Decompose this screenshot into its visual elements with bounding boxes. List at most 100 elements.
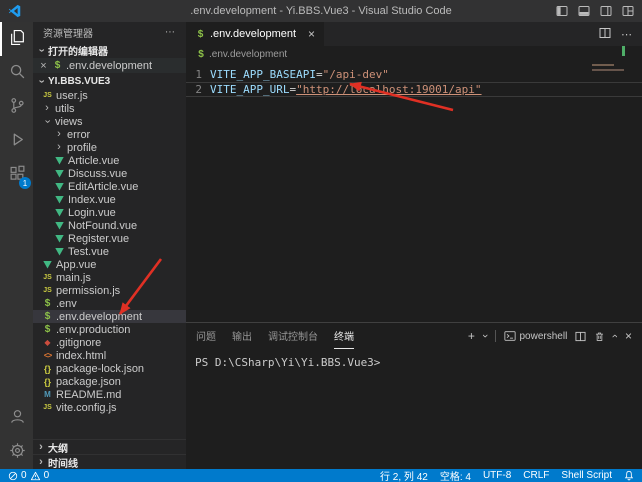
window-title: .env.development - Yi.BBS.Vue3 - Visual … bbox=[190, 5, 452, 17]
file-name: Discuss.vue bbox=[68, 168, 127, 180]
problems-status[interactable]: 0 0 bbox=[8, 470, 49, 481]
timeline-label: 时间线 bbox=[48, 455, 78, 470]
warning-icon bbox=[30, 471, 41, 481]
tab-env-development[interactable]: $ .env.development × bbox=[186, 22, 324, 46]
panel-tabs: 问题输出调试控制台终端 bbox=[196, 323, 354, 349]
chevron-down-icon[interactable]: › bbox=[479, 334, 491, 338]
tree-item-Index.vue[interactable]: Index.vue bbox=[33, 193, 186, 206]
search-icon bbox=[9, 63, 26, 83]
tree-item-Discuss.vue[interactable]: Discuss.vue bbox=[33, 167, 186, 180]
chevron-right-icon: › bbox=[35, 442, 47, 453]
git-file-icon: ◆ bbox=[41, 338, 54, 347]
tree-item-package-lock.json[interactable]: {}package-lock.json bbox=[33, 362, 186, 375]
file-name: EditArticle.vue bbox=[68, 181, 138, 193]
tree-item-EditArticle.vue[interactable]: EditArticle.vue bbox=[33, 180, 186, 193]
activity-extensions[interactable]: 1 bbox=[0, 158, 33, 192]
panel-tab-调试控制台[interactable]: 调试控制台 bbox=[268, 323, 318, 349]
chevron-right-icon: › bbox=[53, 142, 65, 153]
activity-explorer[interactable] bbox=[0, 22, 33, 56]
activity-search[interactable] bbox=[0, 56, 33, 90]
panel-actions: + › powershell › × bbox=[468, 330, 632, 342]
timeline-section[interactable]: › 时间线 bbox=[33, 454, 186, 469]
panel-tab-问题[interactable]: 问题 bbox=[196, 323, 216, 349]
toggle-panel-icon[interactable] bbox=[578, 5, 590, 17]
maximize-panel-icon[interactable]: › bbox=[609, 334, 621, 338]
close-panel-icon[interactable]: × bbox=[625, 330, 632, 342]
tree-item-profile[interactable]: ›profile bbox=[33, 141, 186, 154]
account-icon bbox=[9, 408, 26, 428]
tree-item-main.js[interactable]: JSmain.js bbox=[33, 271, 186, 284]
tree-item-README.md[interactable]: MREADME.md bbox=[33, 388, 186, 401]
tree-item-.gitignore[interactable]: ◆.gitignore bbox=[33, 336, 186, 349]
tree-item-Register.vue[interactable]: Register.vue bbox=[33, 232, 186, 245]
new-terminal-icon[interactable]: + bbox=[468, 330, 475, 342]
indentation-status[interactable]: 空格: 4 bbox=[440, 468, 471, 482]
open-editor-item[interactable]: × $ .env.development bbox=[33, 58, 186, 73]
customize-layout-icon[interactable] bbox=[622, 5, 634, 17]
trash-icon[interactable] bbox=[594, 331, 605, 342]
chevron-down-icon: › bbox=[36, 75, 47, 87]
more-actions-icon[interactable]: ⋯ bbox=[621, 28, 632, 41]
tree-item-.env.development[interactable]: $.env.development bbox=[33, 310, 186, 323]
chevron-down-icon: › bbox=[36, 44, 47, 56]
project-section[interactable]: › YI.BBS.VUE3 bbox=[33, 73, 186, 89]
tree-item-utils[interactable]: ›utils bbox=[33, 102, 186, 115]
code-line-2[interactable]: 2VITE_APP_URL="http://localhost:19001/ap… bbox=[186, 82, 642, 97]
outline-section[interactable]: › 大纲 bbox=[33, 439, 186, 454]
tree-item-.env.production[interactable]: $.env.production bbox=[33, 323, 186, 336]
tree-item-vite.config.js[interactable]: JSvite.config.js bbox=[33, 401, 186, 414]
shell-name: powershell bbox=[520, 331, 568, 342]
tree-item-.env[interactable]: $.env bbox=[33, 297, 186, 310]
tree-item-Login.vue[interactable]: Login.vue bbox=[33, 206, 186, 219]
split-editor-icon[interactable] bbox=[599, 27, 611, 42]
activity-run-debug[interactable] bbox=[0, 124, 33, 158]
notifications-bell-icon[interactable] bbox=[624, 470, 634, 481]
tree-item-error[interactable]: ›error bbox=[33, 128, 186, 141]
tree-item-Article.vue[interactable]: Article.vue bbox=[33, 154, 186, 167]
vue-icon bbox=[53, 183, 66, 191]
file-name: main.js bbox=[56, 272, 91, 284]
activity-settings[interactable] bbox=[0, 435, 33, 469]
close-icon[interactable]: × bbox=[308, 27, 315, 41]
tree-item-permission.js[interactable]: JSpermission.js bbox=[33, 284, 186, 297]
breadcrumb[interactable]: $ .env.development bbox=[186, 46, 642, 62]
vscode-logo-icon bbox=[8, 4, 22, 18]
tree-item-Test.vue[interactable]: Test.vue bbox=[33, 245, 186, 258]
vue-icon bbox=[53, 196, 66, 204]
more-actions-icon[interactable]: ⋯ bbox=[165, 27, 176, 38]
activity-accounts[interactable] bbox=[0, 401, 33, 435]
titlebar-actions bbox=[556, 5, 634, 17]
close-icon[interactable]: × bbox=[38, 60, 49, 72]
activity-source-control[interactable] bbox=[0, 90, 33, 124]
tree-item-NotFound.vue[interactable]: NotFound.vue bbox=[33, 219, 186, 232]
panel-tab-终端[interactable]: 终端 bbox=[334, 323, 354, 349]
code-line-1[interactable]: 1VITE_APP_BASEAPI="/api-dev" bbox=[186, 67, 642, 82]
toggle-sidebar-icon[interactable] bbox=[556, 5, 568, 17]
minimap[interactable] bbox=[592, 64, 626, 74]
tree-item-package.json[interactable]: {}package.json bbox=[33, 375, 186, 388]
env-file-icon: $ bbox=[41, 324, 54, 335]
terminal[interactable]: PS D:\CSharp\Yi\Yi.BBS.Vue3> bbox=[186, 349, 642, 469]
open-editors-section[interactable]: › 打开的编辑器 bbox=[33, 42, 186, 58]
tree-item-App.vue[interactable]: App.vue bbox=[33, 258, 186, 271]
file-name: error bbox=[67, 129, 90, 141]
tree-item-user.js[interactable]: JSuser.js bbox=[33, 89, 186, 102]
tree-item-index.html[interactable]: <>index.html bbox=[33, 349, 186, 362]
project-label: YI.BBS.VUE3 bbox=[48, 76, 110, 87]
env-file-icon: $ bbox=[41, 311, 54, 322]
split-terminal-icon[interactable] bbox=[575, 331, 586, 342]
language-mode[interactable]: Shell Script bbox=[561, 470, 612, 481]
toggle-secondary-sidebar-icon[interactable] bbox=[600, 5, 612, 17]
code-token: "http://localhost:19001/api" bbox=[296, 82, 481, 97]
cursor-position[interactable]: 行 2, 列 42 bbox=[380, 468, 428, 482]
eol-status[interactable]: CRLF bbox=[523, 470, 549, 481]
panel-tab-输出[interactable]: 输出 bbox=[232, 323, 252, 349]
tree-item-views[interactable]: ›views bbox=[33, 115, 186, 128]
file-name: permission.js bbox=[56, 285, 120, 297]
terminal-profile-button[interactable]: powershell bbox=[504, 330, 568, 342]
file-name: Test.vue bbox=[68, 246, 109, 258]
code-editor[interactable]: 1VITE_APP_BASEAPI="/api-dev"2VITE_APP_UR… bbox=[186, 62, 642, 322]
encoding-status[interactable]: UTF-8 bbox=[483, 470, 511, 481]
file-name: profile bbox=[67, 142, 97, 154]
code-token: = bbox=[289, 82, 296, 97]
